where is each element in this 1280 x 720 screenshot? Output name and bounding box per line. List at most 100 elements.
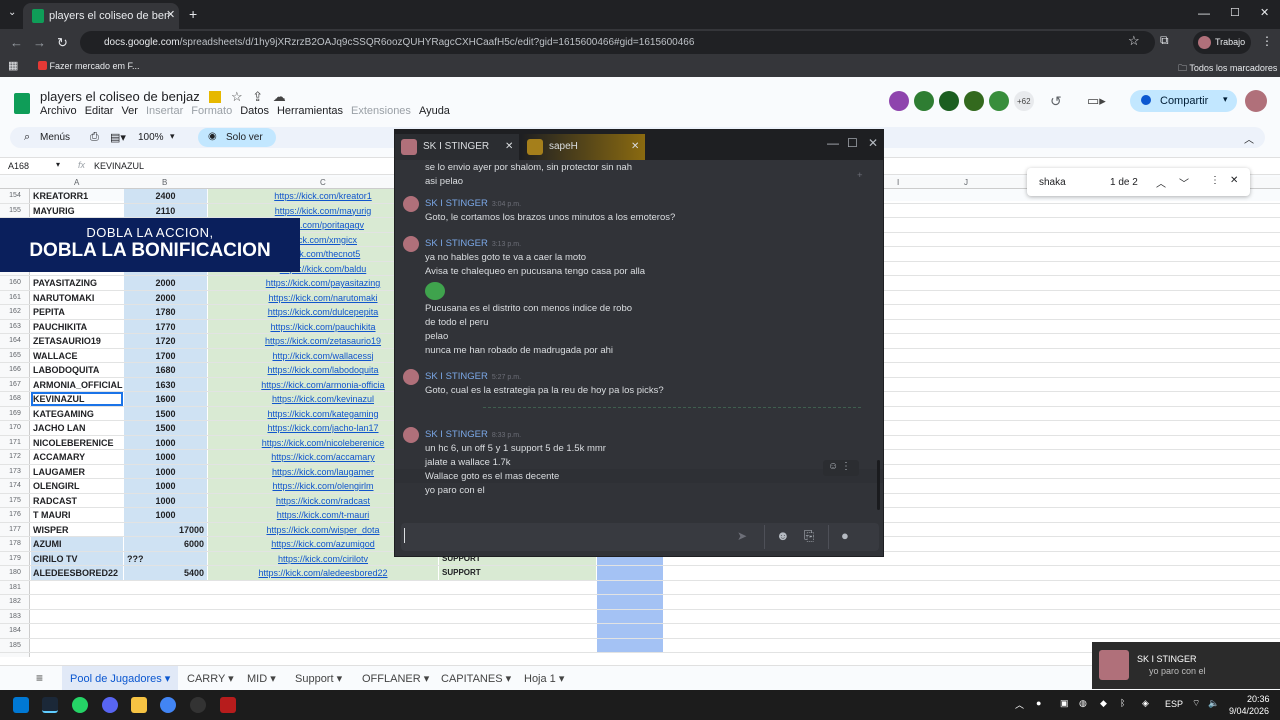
value-cell[interactable]: 1780	[124, 305, 207, 319]
more-collaborators-badge[interactable]: +62	[1014, 91, 1034, 111]
chat-tab-sapeh[interactable]: sapeH ✕	[521, 134, 645, 160]
tray-app-icon[interactable]: ◈	[1142, 698, 1149, 709]
add-reaction-icon[interactable]: +	[857, 170, 863, 181]
tab-carry[interactable]: CARRY ▾	[187, 672, 234, 685]
menu-editar[interactable]: Editar	[85, 105, 114, 117]
maximize-icon[interactable]: ☐	[847, 136, 858, 150]
player-name-cell[interactable]: ALEDEESBORED22	[31, 566, 123, 580]
tray-app-icon[interactable]: ▣	[1060, 698, 1069, 709]
role-cell[interactable]: SUPPORT	[439, 566, 596, 580]
close-tab-icon[interactable]: ✕	[505, 141, 513, 152]
player-name-cell[interactable]: WALLACE	[31, 349, 123, 363]
message-actions[interactable]: ☺ ⋮	[823, 460, 859, 476]
chat-scrollbar[interactable]	[877, 460, 880, 510]
bookmark-item[interactable]: Fazer mercado em F...	[38, 61, 140, 71]
volume-icon[interactable]: 🔈	[1208, 698, 1219, 709]
extensions-icon[interactable]: ⧉	[1160, 33, 1169, 48]
reload-icon[interactable]: ↻	[57, 35, 68, 51]
collapse-chevron-icon[interactable]: ︿	[1244, 131, 1254, 146]
chevron-down-icon[interactable]: ﹀	[1179, 175, 1189, 190]
message-author[interactable]: SK I STINGER 8:33 p.m.	[425, 429, 521, 440]
apps-grid-icon[interactable]: ▦	[8, 59, 18, 72]
player-name-cell[interactable]: ACCAMARY	[31, 450, 123, 464]
send-icon[interactable]: ➤	[737, 529, 747, 543]
player-name-cell[interactable]: ZETASAURIO19	[31, 334, 123, 348]
col-header-b[interactable]: B	[162, 178, 167, 187]
app-icon[interactable]	[190, 697, 206, 713]
print-icon[interactable]: ⎙	[90, 131, 99, 144]
value-cell[interactable]: 1500	[124, 406, 207, 420]
value-cell[interactable]: 2400	[124, 189, 207, 203]
close-tab-icon[interactable]: ✕	[166, 8, 175, 21]
value-cell[interactable]: 1000	[124, 464, 207, 478]
more-options-icon[interactable]: ⋮	[1210, 175, 1220, 186]
close-icon[interactable]: ✕	[868, 136, 878, 150]
tab-offlaner[interactable]: OFFLANER ▾	[362, 672, 429, 685]
player-name-cell[interactable]: PAYASITAZING	[31, 276, 123, 290]
menu-formato[interactable]: Formato	[191, 105, 232, 117]
collaborator-avatar[interactable]	[889, 91, 909, 111]
discord-icon[interactable]	[102, 697, 118, 713]
minimize-icon[interactable]: —	[827, 136, 839, 150]
value-cell[interactable]: ???	[124, 551, 207, 565]
value-cell[interactable]: 1720	[124, 334, 207, 348]
collaborator-avatar[interactable]	[939, 91, 959, 111]
file-explorer-icon[interactable]	[131, 697, 147, 713]
doc-title[interactable]: players el coliseo de benjaz ☆ ⇪ ☁	[40, 89, 286, 105]
account-avatar[interactable]	[1245, 90, 1267, 112]
collaborator-avatar[interactable]	[914, 91, 934, 111]
paint-format-icon[interactable]: ▤▾	[110, 131, 126, 144]
minimize-window-icon[interactable]: —	[1198, 6, 1210, 20]
forward-icon[interactable]: →	[33, 35, 46, 50]
wifi-icon[interactable]: ⌔	[1192, 698, 1200, 709]
col-header-j[interactable]: J	[964, 178, 968, 187]
chevron-down-icon[interactable]: ▾	[56, 160, 60, 169]
attach-icon[interactable]: ⎘	[804, 528, 814, 544]
language-indicator[interactable]: ESP	[1165, 699, 1183, 709]
player-name-cell[interactable]: CIRILO TV	[31, 551, 123, 565]
tab-mid[interactable]: MID ▾	[247, 672, 276, 685]
move-icon[interactable]: ⇪	[252, 89, 263, 104]
value-cell[interactable]: 6000	[124, 537, 207, 551]
tab-hoja-1[interactable]: Hoja 1 ▾	[524, 672, 564, 685]
meet-icon[interactable]: ▭▸	[1087, 93, 1106, 109]
col-header-c[interactable]: C	[320, 178, 326, 187]
player-name-cell[interactable]: MAYURIG	[31, 204, 123, 218]
value-cell[interactable]: 1600	[124, 392, 207, 406]
player-name-cell[interactable]: T MAURI	[31, 508, 123, 522]
chevron-up-icon[interactable]: ︿	[1156, 175, 1166, 190]
tray-chevron-up-icon[interactable]: ︿	[1015, 698, 1024, 711]
search-menus[interactable]: Menús	[40, 132, 70, 143]
value-cell[interactable]: 1700	[124, 348, 207, 362]
message-author[interactable]: SK I STINGER 3:13 p.m.	[425, 238, 521, 249]
tray-app-icon[interactable]: ◆	[1100, 698, 1107, 709]
close-tab-icon[interactable]: ✕	[631, 141, 639, 152]
value-cell[interactable]: 1000	[124, 508, 207, 522]
new-tab-button[interactable]: +	[189, 6, 197, 22]
player-name-cell[interactable]: RADCAST	[31, 494, 123, 508]
maximize-window-icon[interactable]: ☐	[1230, 6, 1240, 19]
bookmark-star-icon[interactable]: ☆	[1128, 33, 1140, 49]
back-icon[interactable]: ←	[10, 35, 23, 50]
dota-icon[interactable]	[220, 697, 236, 713]
collaborator-avatar[interactable]	[964, 91, 984, 111]
formula-input[interactable]: KEVINAZUL	[94, 161, 144, 171]
player-name-cell[interactable]: NARUTOMAKI	[31, 291, 123, 305]
close-icon[interactable]: ✕	[1230, 175, 1238, 186]
find-input[interactable]: shaka	[1039, 177, 1066, 188]
player-name-cell[interactable]: LABODOQUITA	[31, 363, 123, 377]
star-icon[interactable]: ☆	[231, 89, 243, 104]
selected-column-cell[interactable]	[597, 609, 663, 623]
menu-ver[interactable]: Ver	[121, 105, 138, 117]
sheets-logo-icon[interactable]	[14, 93, 30, 114]
selected-column-cell[interactable]	[597, 595, 663, 609]
player-name-cell[interactable]: KATEGAMING	[31, 407, 123, 421]
menu-datos[interactable]: Datos	[240, 105, 269, 117]
tab-support[interactable]: Support ▾	[295, 672, 342, 685]
tab-list-icon[interactable]: ⌄	[8, 7, 16, 18]
all-bookmarks[interactable]: 🗀 Todos los marcadores	[1178, 61, 1277, 77]
player-name-cell[interactable]: NICOLEBERENICE	[31, 436, 123, 450]
selected-column-cell[interactable]	[597, 566, 663, 580]
steam-icon[interactable]	[42, 697, 58, 713]
zoom-select[interactable]: 100%	[138, 132, 164, 143]
